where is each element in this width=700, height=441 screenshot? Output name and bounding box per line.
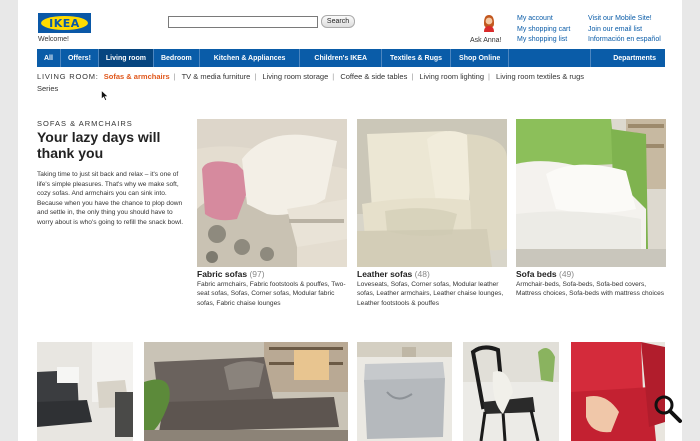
thumbnail-footstool[interactable]	[357, 342, 452, 441]
thumbnail-rocking-chair[interactable]	[463, 342, 559, 441]
nav-living-room[interactable]: Living room	[98, 49, 154, 67]
zoom-magnifier-icon[interactable]	[653, 394, 682, 424]
subnav-coffee-tables[interactable]: Coffee & side tables	[340, 72, 407, 81]
product-subcategories[interactable]: Loveseats, Sofas, Corner sofas, Modular …	[357, 280, 507, 308]
ikea-logo[interactable]: IKEA	[38, 13, 91, 33]
subnav-separator: |	[488, 72, 490, 81]
living-room-subnav: LIVING ROOM: Sofas & armchairs | TV & med…	[37, 71, 662, 95]
thumbnail-chaise-sofa[interactable]	[144, 342, 348, 441]
subnav-lighting[interactable]: Living room lighting	[419, 72, 484, 81]
logo-text: IKEA	[41, 16, 88, 30]
subnav-storage[interactable]: Living room storage	[262, 72, 328, 81]
thumbnail-red-armchair[interactable]	[571, 342, 665, 441]
anna-avatar-icon[interactable]	[482, 14, 496, 32]
leather-sofa-image[interactable]	[357, 119, 507, 267]
nav-textiles-rugs[interactable]: Textiles & Rugs	[382, 49, 452, 67]
nav-childrens-ikea[interactable]: Children's IKEA	[300, 49, 383, 67]
ikea-page: IKEA Welcome! Search Ask Anna! My accoun…	[18, 0, 682, 441]
search-button[interactable]: Search	[321, 15, 355, 28]
subnav-separator: |	[254, 72, 257, 81]
subnav-tv-media[interactable]: TV & media furniture	[182, 72, 251, 81]
product-title[interactable]: Fabric sofas (97)	[197, 269, 347, 279]
product-title[interactable]: Leather sofas (48)	[357, 269, 507, 279]
subnav-separator: |	[173, 72, 176, 81]
product-sofa-beds[interactable]: Sofa beds (49) Armchair-beds, Sofa-beds,…	[516, 119, 666, 299]
nav-offers[interactable]: Offers!	[61, 49, 99, 67]
section-label: SOFAS & ARMCHAIRS	[37, 119, 133, 128]
product-title-text[interactable]: Sofa beds	[516, 269, 557, 279]
account-links: My account My shopping cart My shopping …	[517, 14, 570, 46]
intro-paragraph: Taking time to just sit back and relax –…	[37, 171, 184, 226]
thumbnail-corner-sofa[interactable]	[37, 342, 133, 441]
email-list-link[interactable]: Join our email list	[588, 25, 661, 36]
product-count: (48)	[414, 269, 430, 279]
mouse-cursor-icon	[101, 90, 109, 101]
fabric-sofa-image[interactable]	[197, 119, 347, 267]
product-fabric-sofas[interactable]: Fabric sofas (97) Fabric armchairs, Fabr…	[197, 119, 347, 308]
search-input[interactable]	[168, 16, 318, 28]
product-title-text[interactable]: Fabric sofas	[197, 269, 247, 279]
product-subcategories[interactable]: Fabric armchairs, Fabric footstools & po…	[197, 280, 347, 308]
nav-departments[interactable]: Departments	[590, 49, 665, 67]
product-count: (97)	[249, 269, 265, 279]
subnav-prefix: LIVING ROOM:	[37, 72, 99, 81]
main-nav: All Offers! Living room Bedroom Kitchen …	[37, 49, 665, 67]
subnav-textiles-rugs[interactable]: Living room textiles & rugs	[496, 72, 584, 81]
subnav-separator: |	[411, 72, 414, 81]
product-title-text[interactable]: Leather sofas	[357, 269, 412, 279]
mobile-site-link[interactable]: Visit our Mobile Site!	[588, 14, 661, 25]
nav-all[interactable]: All	[37, 49, 61, 67]
nav-bedroom[interactable]: Bedroom	[154, 49, 200, 67]
info-links: Visit our Mobile Site! Join our email li…	[588, 14, 661, 46]
my-shopping-cart-link[interactable]: My shopping cart	[517, 25, 570, 36]
subnav-separator: |	[332, 72, 335, 81]
sofa-bed-image[interactable]	[516, 119, 666, 267]
ask-anna-link[interactable]: Ask Anna!	[470, 37, 502, 44]
product-leather-sofas[interactable]: Leather sofas (48) Loveseats, Sofas, Cor…	[357, 119, 507, 308]
product-title[interactable]: Sofa beds (49)	[516, 269, 666, 279]
my-shopping-list-link[interactable]: My shopping list	[517, 35, 570, 46]
product-subcategories[interactable]: Armchair-beds, Sofa-beds, Sofa-bed cover…	[516, 280, 666, 299]
my-account-link[interactable]: My account	[517, 14, 570, 25]
nav-shop-online[interactable]: Shop Online	[451, 49, 510, 67]
page-headline: Your lazy days will thank you	[37, 129, 161, 161]
product-count: (49)	[559, 269, 575, 279]
nav-kitchen-appliances[interactable]: Kitchen & Appliances	[200, 49, 301, 67]
welcome-text: Welcome!	[38, 36, 69, 43]
spanish-link[interactable]: Información en español	[588, 35, 661, 46]
subnav-series[interactable]: Series	[37, 84, 58, 93]
subnav-sofas-armchairs[interactable]: Sofas & armchairs	[104, 72, 170, 81]
